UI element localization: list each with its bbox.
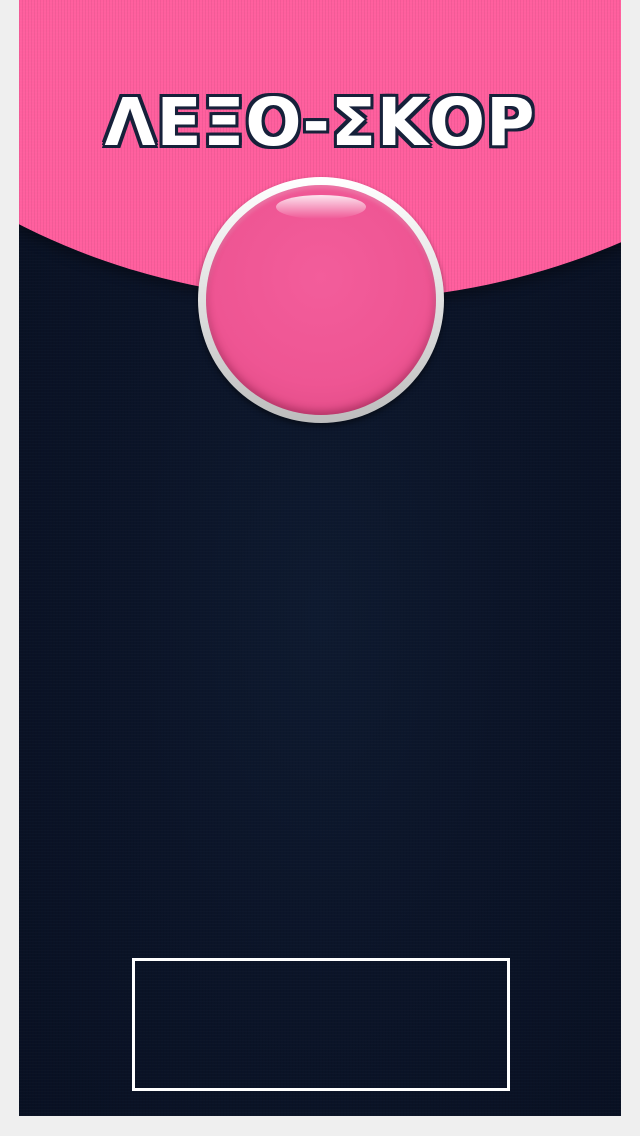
button-gloss-highlight [276, 195, 366, 219]
game-board [19, 0, 621, 1116]
game-screen: ΛΕΞΟ-ΣΚΟΡ [0, 0, 640, 1136]
main-tap-button[interactable] [198, 177, 444, 423]
app-logo: ΛΕΞΟ-ΣΚΟΡ [103, 84, 536, 161]
score-box [132, 958, 510, 1091]
main-tap-button-face[interactable] [206, 185, 436, 415]
